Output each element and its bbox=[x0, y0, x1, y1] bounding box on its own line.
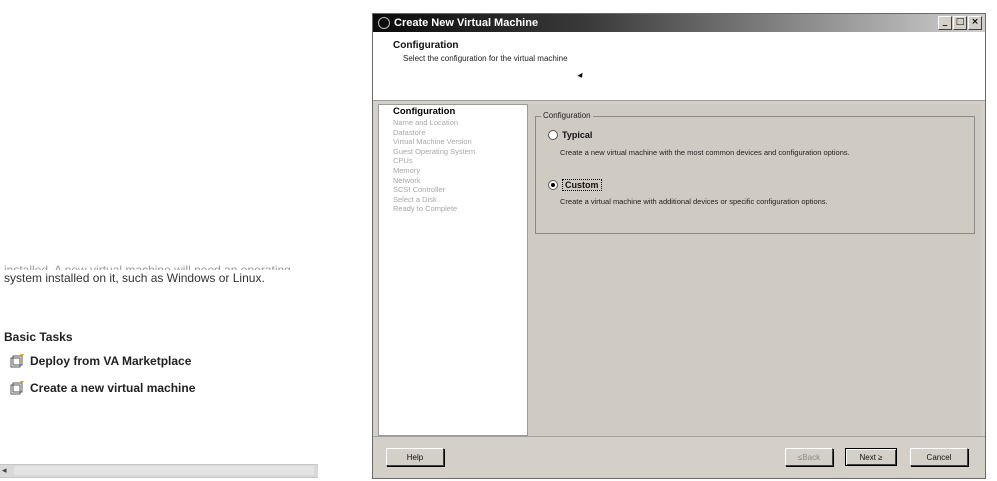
radio-typical[interactable]: Typical bbox=[548, 130, 592, 140]
step-name-location: Name and Location bbox=[393, 118, 459, 127]
deploy-icon bbox=[10, 354, 24, 368]
minimize-icon[interactable]: _ bbox=[938, 16, 952, 30]
next-button[interactable]: Next ≥ bbox=[845, 448, 897, 466]
step-network: Network bbox=[393, 175, 421, 185]
help-button[interactable]: Help bbox=[386, 448, 444, 466]
description-cut-text: installed. A new virtual machine will ne… bbox=[4, 263, 291, 270]
step-guest-os: Guest Operating System bbox=[393, 146, 476, 156]
scroll-left-icon[interactable]: ◂ bbox=[2, 466, 12, 476]
task-create-vm[interactable]: Create a new virtual machine bbox=[10, 378, 195, 398]
create-vm-wizard: Create New Virtual Machine _ □ × Configu… bbox=[372, 13, 986, 479]
step-vm-version: Virtual Machine Version bbox=[393, 137, 472, 147]
mouse-cursor-icon bbox=[577, 72, 585, 80]
description-text: system installed on it, such as Windows … bbox=[4, 271, 265, 285]
background-panel: installed. A new virtual machine will ne… bbox=[0, 0, 330, 481]
typical-description: Create a new virtual machine with the mo… bbox=[560, 148, 850, 157]
basic-tasks-heading: Basic Tasks bbox=[4, 330, 73, 344]
title-bar[interactable]: Create New Virtual Machine _ □ × bbox=[373, 14, 985, 32]
cancel-button[interactable]: Cancel bbox=[910, 448, 968, 466]
radio-button-selected[interactable] bbox=[548, 180, 558, 190]
wizard-header: Configuration Select the configuration f… bbox=[373, 32, 985, 101]
step-memory: Memory bbox=[393, 165, 421, 175]
close-icon[interactable]: × bbox=[968, 16, 982, 30]
step-ready: Ready to Complete bbox=[393, 204, 458, 214]
radio-label-typical[interactable]: Typical bbox=[562, 130, 592, 140]
scrollbar-thumb[interactable] bbox=[14, 466, 314, 475]
horizontal-scrollbar[interactable]: ◂ bbox=[0, 464, 318, 478]
step-configuration[interactable]: Configuration bbox=[379, 105, 527, 118]
new-vm-icon bbox=[10, 381, 24, 395]
window-controls: _ □ × bbox=[938, 16, 982, 30]
page-subtitle: Select the configuration for the virtual… bbox=[403, 54, 568, 63]
radio-label-custom[interactable]: Custom bbox=[562, 179, 602, 191]
wizard-footer: Help ≤Back Next ≥ Cancel bbox=[373, 436, 985, 479]
task-label: Create a new virtual machine bbox=[30, 381, 196, 395]
task-label: Deploy from VA Marketplace bbox=[30, 354, 192, 368]
app-icon bbox=[378, 17, 390, 29]
window-title: Create New Virtual Machine bbox=[394, 17, 539, 29]
step-select-disk: Select a Disk bbox=[393, 194, 437, 204]
page-title: Configuration bbox=[393, 40, 459, 51]
configuration-group: Configuration Typical Create a new virtu… bbox=[535, 111, 975, 234]
task-deploy-marketplace[interactable]: Deploy from VA Marketplace bbox=[10, 351, 191, 371]
radio-custom[interactable]: Custom bbox=[548, 179, 602, 191]
step-cpus: CPUs bbox=[393, 156, 413, 166]
back-button[interactable]: ≤Back bbox=[785, 448, 833, 466]
wizard-steps: Configuration Name and Location Datastor… bbox=[378, 104, 528, 436]
maximize-icon[interactable]: □ bbox=[953, 16, 967, 30]
step-datastore: Datastore bbox=[393, 127, 426, 137]
step-scsi-controller: SCSI Controller bbox=[393, 185, 446, 195]
custom-description: Create a virtual machine with additional… bbox=[560, 197, 828, 206]
wizard-content: Configuration Typical Create a new virtu… bbox=[528, 104, 981, 436]
group-legend: Configuration bbox=[541, 111, 593, 120]
radio-button[interactable] bbox=[548, 130, 558, 140]
